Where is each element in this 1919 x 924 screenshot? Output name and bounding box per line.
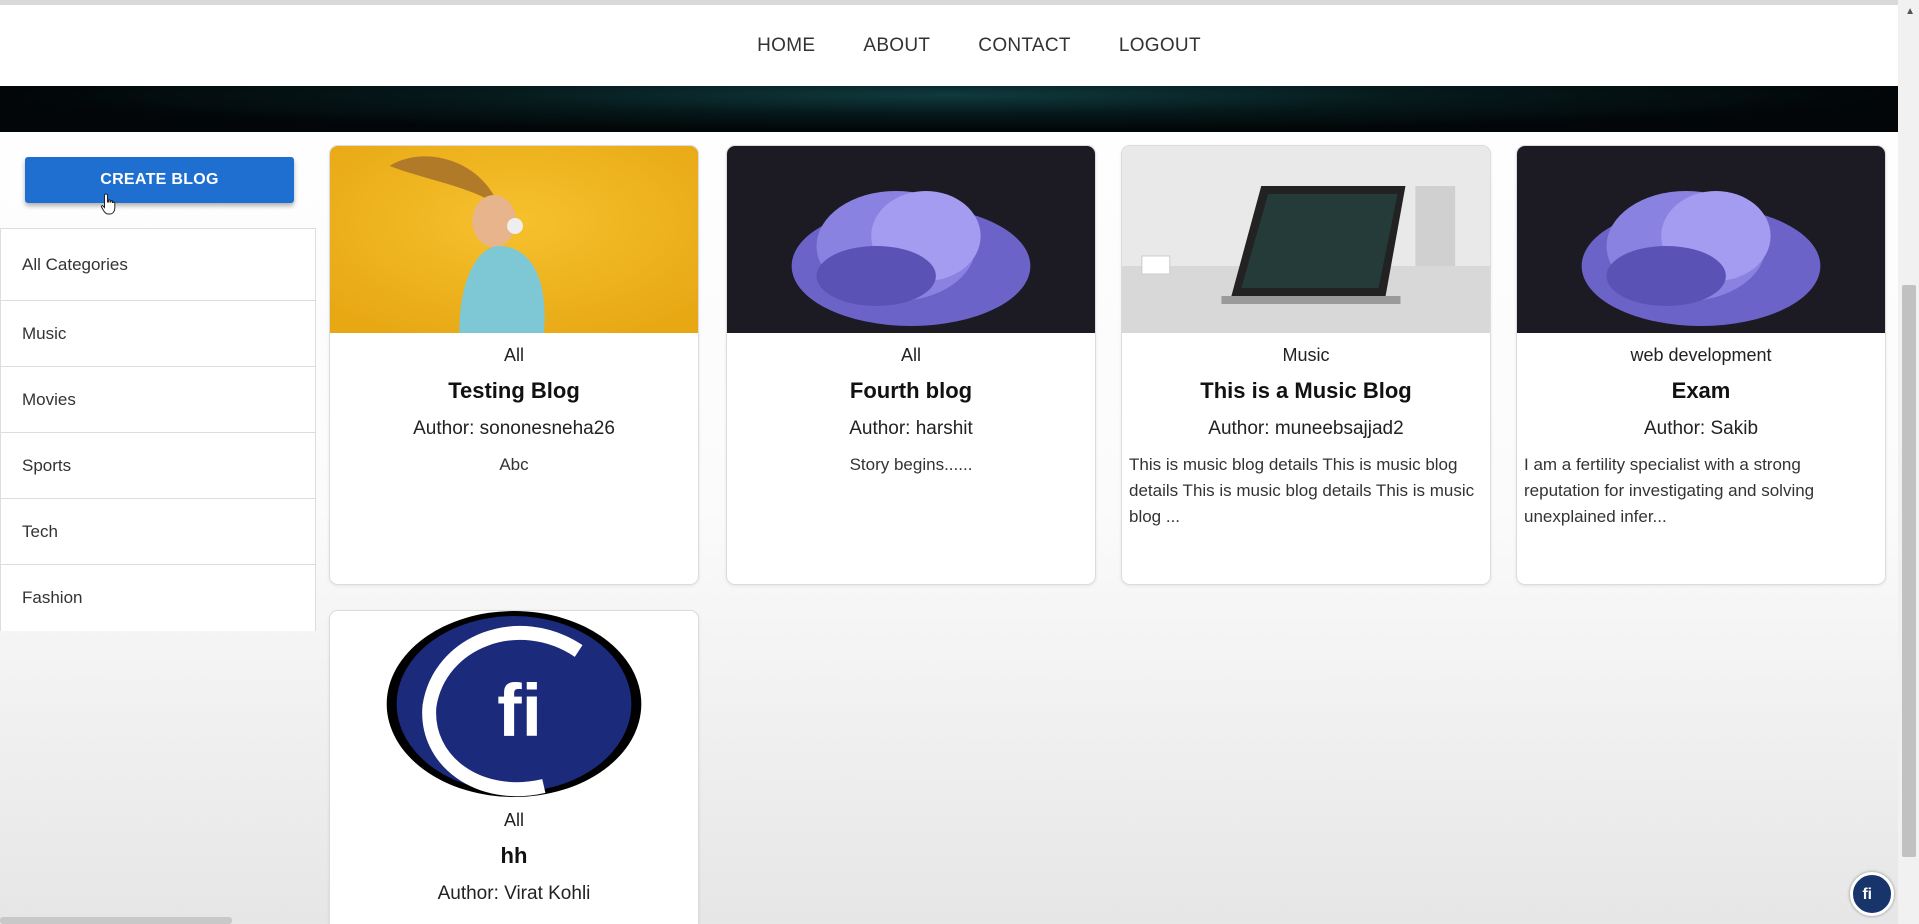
post-image: [727, 146, 1095, 333]
post-title[interactable]: hh: [330, 843, 698, 869]
nav-logout-link[interactable]: LOGOUT: [1119, 35, 1201, 57]
hand-cursor-icon: [100, 193, 116, 215]
svg-text:fi: fi: [1863, 886, 1873, 903]
blog-card[interactable]: Music This is a Music Blog Author: munee…: [1121, 145, 1491, 585]
category-item-movies[interactable]: Movies: [1, 367, 315, 433]
post-author: Author: Sakib: [1643, 418, 1759, 439]
vertical-scrollbar[interactable]: ▲: [1898, 0, 1919, 924]
category-item-fashion[interactable]: Fashion: [1, 565, 315, 631]
post-title[interactable]: This is a Music Blog: [1122, 378, 1490, 404]
category-item-sports[interactable]: Sports: [1, 433, 315, 499]
post-category: All: [900, 345, 921, 365]
post-description: This is music blog details This is music…: [1129, 455, 1475, 526]
post-category: All: [503, 810, 524, 830]
post-description: I am a fertility specialist with a stron…: [1524, 455, 1815, 526]
post-title[interactable]: Exam: [1517, 378, 1885, 404]
post-author: Author: muneebsajjad2: [1208, 418, 1404, 439]
create-blog-button[interactable]: CREATE BLOG: [25, 157, 294, 203]
horizontal-scrollbar-thumb[interactable]: [0, 917, 232, 924]
category-list: All Categories Music Movies Sports Tech …: [0, 228, 316, 631]
blog-card[interactable]: All Fourth blog Author: harshit Story be…: [726, 145, 1096, 585]
post-title[interactable]: Fourth blog: [727, 378, 1095, 404]
blog-card[interactable]: All Testing Blog Author: sononesneha26 A…: [329, 145, 699, 585]
category-item-all[interactable]: All Categories: [1, 229, 315, 301]
post-description: Abc: [499, 455, 529, 474]
post-image: [1517, 146, 1885, 333]
category-item-tech[interactable]: Tech: [1, 499, 315, 565]
nav-home-link[interactable]: HOME: [757, 35, 815, 57]
post-author: Author: sononesneha26: [413, 418, 615, 439]
scroll-up-arrow-icon[interactable]: ▲: [1905, 6, 1915, 17]
post-category: All: [503, 345, 524, 365]
blog-card[interactable]: web development Exam Author: Sakib I am …: [1516, 145, 1886, 585]
hero-banner: [0, 86, 1898, 132]
post-author: Author: harshit: [849, 418, 973, 439]
post-image: [1122, 146, 1490, 333]
post-image: fi: [330, 611, 698, 798]
scrollbar-thumb[interactable]: [1902, 285, 1916, 857]
category-item-music[interactable]: Music: [1, 301, 315, 367]
post-description: Story begins......: [849, 455, 973, 474]
post-category: web development: [1630, 345, 1772, 365]
top-navbar: HOME ABOUT CONTACT LOGOUT: [0, 0, 1898, 86]
channel-logo-icon: fi: [1850, 872, 1894, 916]
post-author: Author: Virat Kohli: [437, 883, 591, 904]
nav-contact-link[interactable]: CONTACT: [978, 35, 1071, 57]
post-image: [330, 146, 698, 333]
post-category: Music: [1282, 345, 1330, 365]
svg-text:fi: fi: [497, 669, 542, 752]
blog-card[interactable]: fi All hh Author: Virat Kohli: [329, 610, 699, 924]
post-title[interactable]: Testing Blog: [330, 378, 698, 404]
nav-about-link[interactable]: ABOUT: [863, 35, 930, 57]
